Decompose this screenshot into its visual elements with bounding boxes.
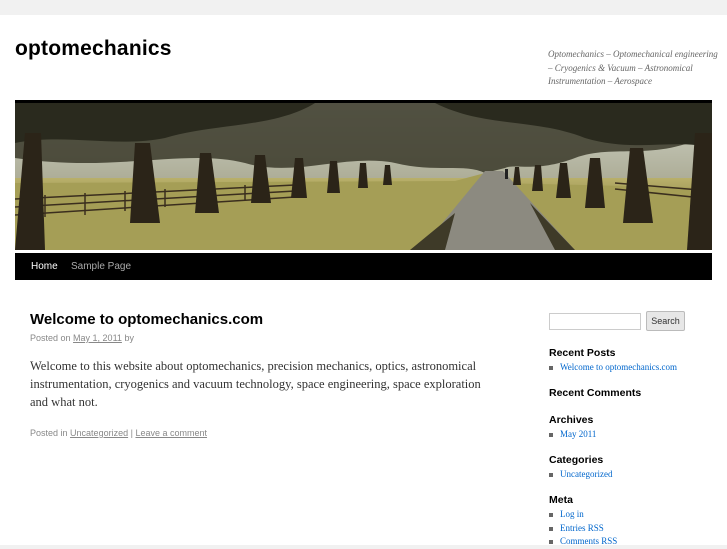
category-link[interactable]: Uncategorized: [70, 428, 128, 438]
posted-in-label: Posted in: [30, 428, 68, 438]
bullet-icon: [549, 513, 553, 517]
archives-list: May 2011: [549, 428, 596, 442]
nav-item-home[interactable]: Home: [31, 253, 58, 280]
meta-separator: |: [130, 428, 133, 438]
bullet-icon: [549, 366, 553, 370]
categories-list: Uncategorized: [549, 468, 612, 482]
header-image: [15, 100, 712, 253]
list-item: Log in: [549, 508, 617, 522]
list-item: Uncategorized: [549, 468, 612, 482]
post-meta-by: by: [124, 333, 134, 343]
recent-posts-title: Recent Posts: [549, 347, 616, 359]
entries-rss-link[interactable]: Entries RSS: [560, 523, 604, 533]
list-item: Comments RSS: [549, 535, 617, 549]
log-in-link[interactable]: Log in: [560, 509, 584, 519]
list-item: Welcome to optomechanics.com: [549, 361, 677, 375]
recent-posts-list: Welcome to optomechanics.com: [549, 361, 677, 375]
site-description: Optomechanics – Optomechanical engineeri…: [548, 49, 718, 86]
search-input[interactable]: [549, 313, 641, 330]
archives-title: Archives: [549, 414, 594, 426]
post-meta-prefix: Posted on: [30, 333, 71, 343]
post-body: Welcome to this website about optomechan…: [30, 359, 481, 409]
main-navigation: Home Sample Page: [15, 253, 712, 280]
post-title[interactable]: Welcome to optomechanics.com: [30, 311, 263, 328]
nav-item-sample-page[interactable]: Sample Page: [71, 253, 131, 280]
page-wrapper: optomechanics Optomechanics – Optomechan…: [0, 15, 727, 546]
tree-avenue-illustration: [15, 103, 712, 250]
recent-post-link[interactable]: Welcome to optomechanics.com: [560, 362, 677, 372]
post-utility: Posted in Uncategorized | Leave a commen…: [30, 428, 207, 438]
search-button[interactable]: Search: [646, 311, 685, 331]
category-link-uncategorized[interactable]: Uncategorized: [560, 469, 612, 479]
bullet-icon: [549, 433, 553, 437]
categories-title: Categories: [549, 454, 604, 466]
bullet-icon: [549, 540, 553, 544]
site-title[interactable]: optomechanics: [15, 37, 172, 61]
leave-comment-link[interactable]: Leave a comment: [135, 428, 207, 438]
list-item: May 2011: [549, 428, 596, 442]
post-date-link[interactable]: May 1, 2011: [73, 333, 122, 343]
post-meta: Posted on May 1, 2011 by: [30, 333, 134, 343]
recent-comments-title: Recent Comments: [549, 387, 642, 399]
meta-list: Log in Entries RSS Comments RSS: [549, 508, 617, 549]
list-item: Entries RSS: [549, 522, 617, 536]
bullet-icon: [549, 473, 553, 477]
archive-link-may-2011[interactable]: May 2011: [560, 429, 596, 439]
meta-title: Meta: [549, 494, 573, 506]
bullet-icon: [549, 526, 553, 531]
